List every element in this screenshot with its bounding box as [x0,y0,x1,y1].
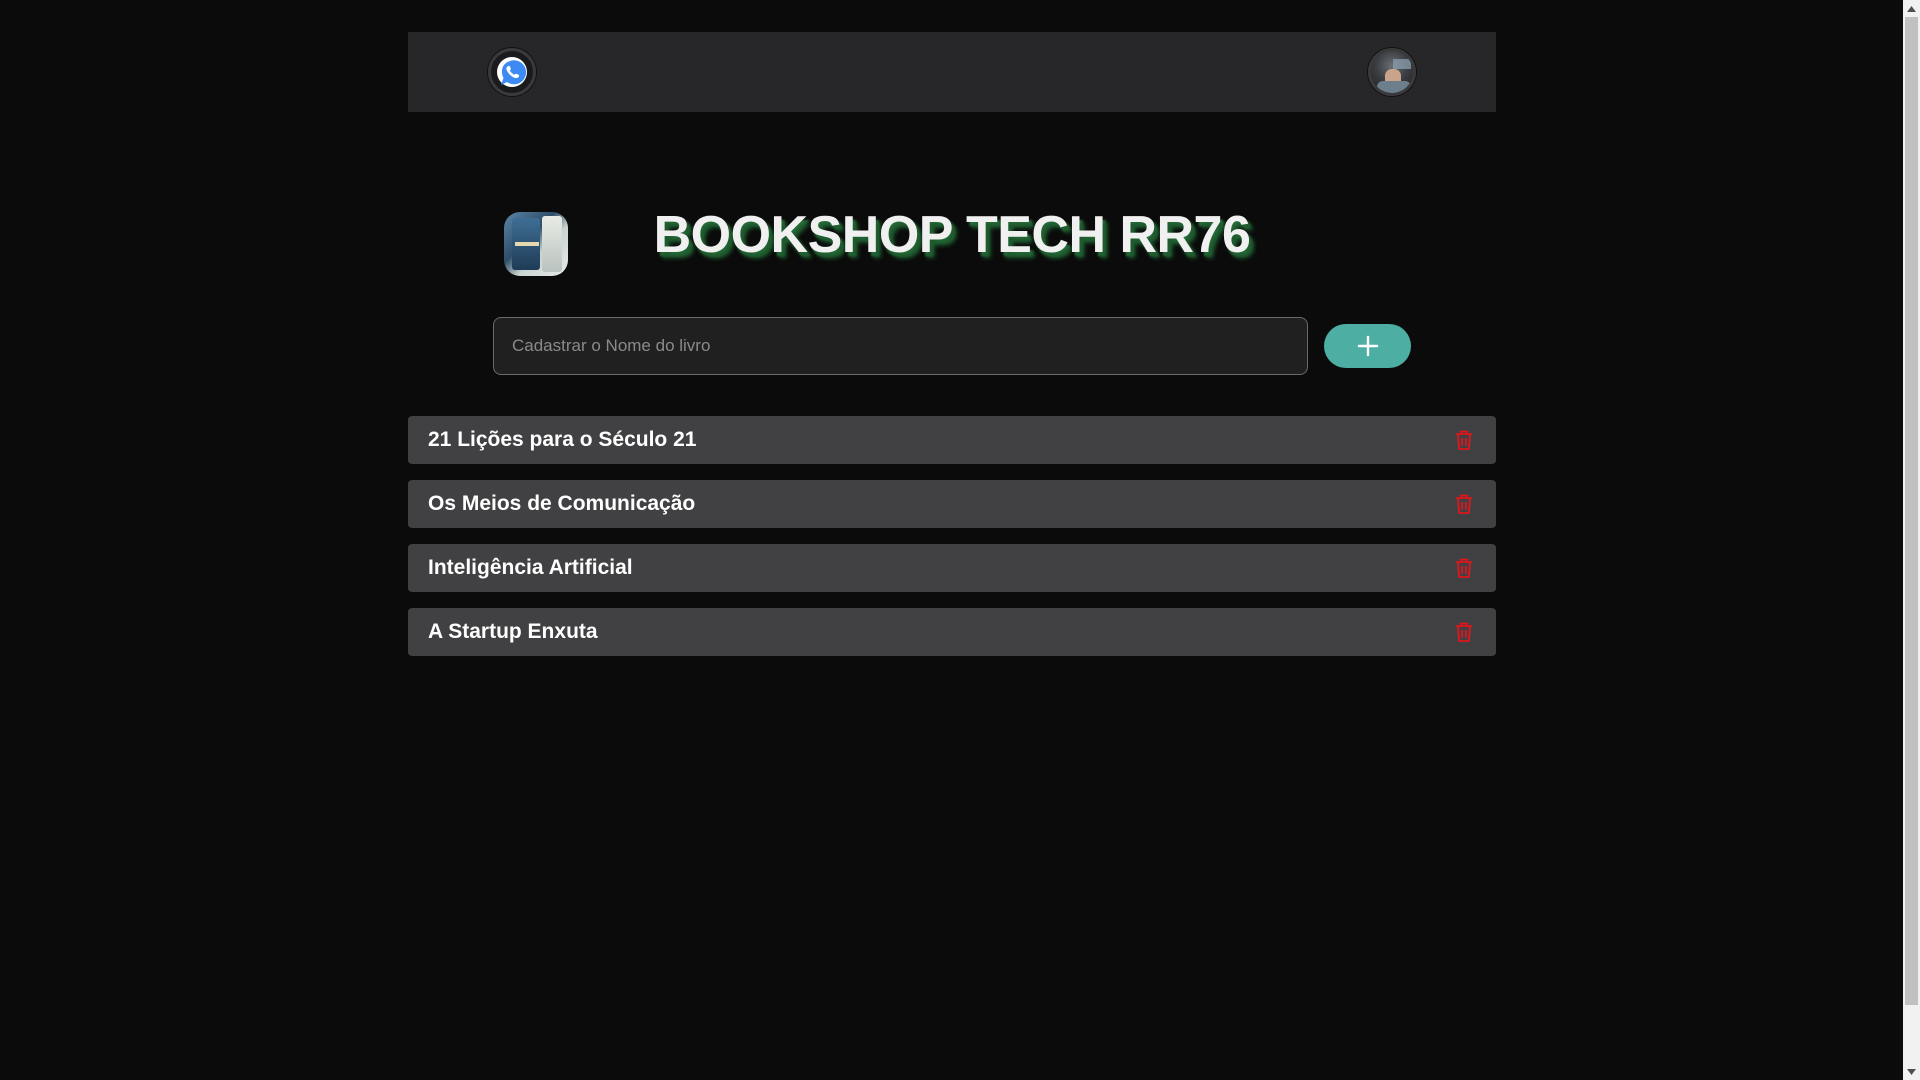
list-item: 21 Lições para o Século 21 [408,416,1496,464]
trash-icon[interactable] [1452,492,1476,516]
whatsapp-glyph [497,57,527,87]
trash-icon[interactable] [1452,620,1476,644]
avatar-bg-shape [1393,59,1411,69]
avatar-body-shape [1377,81,1411,93]
list-item: Os Meios de Comunicação [408,480,1496,528]
scroll-down-arrow-icon[interactable] [1903,1063,1920,1080]
scroll-up-arrow-icon[interactable] [1903,0,1920,17]
book-title: A Startup Enxuta [428,620,598,643]
list-item: A Startup Enxuta [408,608,1496,656]
book-name-input[interactable] [493,317,1308,375]
app-page: BOOKSHOP TECH RR76 21 Lições para o Sécu… [0,0,1920,1080]
logo-book-label [515,242,539,246]
logo-book-cover [542,216,562,272]
profile-avatar[interactable] [1368,48,1416,96]
trash-icon[interactable] [1452,556,1476,580]
brand-logo [504,212,568,276]
add-book-button[interactable] [1324,324,1411,368]
book-title: Os Meios de Comunicação [428,492,696,515]
page-title: BOOKSHOP TECH RR76 [653,206,1251,264]
vertical-scrollbar[interactable] [1903,0,1920,1080]
book-title: 21 Lições para o Século 21 [428,428,697,451]
book-title: Inteligência Artificial [428,556,633,579]
top-header [408,32,1496,112]
book-list: 21 Lições para o Século 21 Os Meios de C… [408,416,1496,672]
scrollbar-thumb[interactable] [1905,17,1918,1005]
plus-icon [1357,335,1378,357]
list-item: Inteligência Artificial [408,544,1496,592]
trash-icon[interactable] [1452,428,1476,452]
whatsapp-icon[interactable] [488,48,536,96]
